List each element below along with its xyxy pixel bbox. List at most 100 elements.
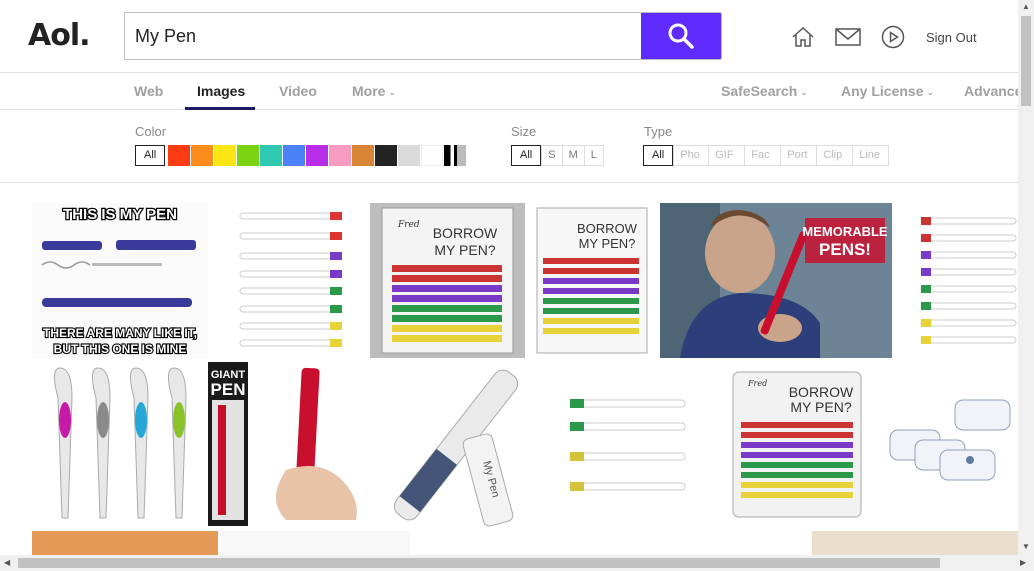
type-portrait-button[interactable]: Port bbox=[781, 145, 818, 166]
meme-top-text: THIS IS MY PEN bbox=[63, 206, 177, 223]
mail-icon[interactable] bbox=[835, 24, 861, 50]
memorable-text: MEMORABLE bbox=[802, 224, 888, 239]
pen-text: PEN bbox=[211, 380, 246, 399]
meme-bottom-text-1: THERE ARE MANY LIKE IT, bbox=[43, 326, 197, 340]
vertical-scroll-thumb[interactable] bbox=[1021, 16, 1031, 106]
image-result[interactable] bbox=[545, 360, 711, 528]
advanced-link[interactable]: Advance bbox=[964, 83, 1022, 99]
color-swatch[interactable] bbox=[398, 145, 421, 166]
safesearch-dropdown[interactable]: SafeSearch ⌄ bbox=[721, 83, 808, 99]
play-icon[interactable] bbox=[880, 24, 906, 50]
pen-set-image bbox=[920, 217, 1017, 344]
chevron-down-icon: ⌄ bbox=[800, 87, 808, 97]
color-swatch[interactable] bbox=[352, 145, 375, 166]
borrow-text: BORROW bbox=[433, 225, 498, 241]
image-result[interactable] bbox=[210, 203, 368, 358]
image-result[interactable]: THIS IS MY PEN THERE ARE MANY LIKE IT, B… bbox=[32, 203, 208, 358]
tab-more[interactable]: More ⌄ bbox=[352, 83, 396, 99]
color-swatch-black-white[interactable] bbox=[444, 145, 467, 166]
my-pen-engraved-image: My Pen bbox=[393, 369, 519, 527]
type-lineart-button[interactable]: Line bbox=[853, 145, 890, 166]
type-all-button[interactable]: All bbox=[643, 145, 674, 166]
borrow-my-pen-package-image: BORROW MY PEN? bbox=[536, 207, 648, 354]
color-swatch[interactable] bbox=[329, 145, 352, 166]
color-all-button[interactable]: All bbox=[135, 145, 166, 166]
type-gif-button[interactable]: GIF bbox=[709, 145, 746, 166]
sign-out-link[interactable]: Sign Out bbox=[926, 30, 977, 45]
borrow-my-pen-package-image: Fred BORROW MY PEN? bbox=[381, 207, 514, 354]
header: Aol. Sign Out bbox=[0, 0, 1018, 73]
color-swatch[interactable] bbox=[214, 145, 237, 166]
color-swatch[interactable] bbox=[283, 145, 306, 166]
borrow-my-pen-package-image: Fred BORROW MY PEN? bbox=[732, 371, 862, 518]
color-swatch[interactable] bbox=[237, 145, 260, 166]
size-large-button[interactable]: L bbox=[584, 145, 604, 166]
image-result[interactable]: My Pen bbox=[373, 360, 543, 528]
image-result[interactable]: MEMORABLE PENS! bbox=[660, 203, 892, 358]
pencil-cases-image bbox=[889, 399, 1011, 481]
type-photo-button[interactable]: Pho bbox=[673, 145, 710, 166]
giant-pen-image: GIANT PEN bbox=[208, 362, 357, 526]
image-result[interactable]: GIANT PEN bbox=[206, 360, 371, 528]
tab-more-label: More bbox=[352, 83, 386, 99]
pen-set-image bbox=[239, 212, 342, 347]
color-swatch[interactable] bbox=[306, 145, 329, 166]
image-result[interactable]: Fred BORROW MY PEN? bbox=[370, 203, 525, 358]
image-result[interactable] bbox=[32, 360, 204, 528]
horizontal-scroll-thumb[interactable] bbox=[18, 558, 940, 568]
color-swatch[interactable] bbox=[375, 145, 398, 166]
image-result[interactable]: BORROW MY PEN? bbox=[527, 203, 657, 358]
scroll-left-icon[interactable]: ◀ bbox=[4, 558, 10, 567]
color-swatch[interactable] bbox=[191, 145, 214, 166]
tab-video[interactable]: Video bbox=[279, 83, 317, 99]
colorful-pens-image bbox=[54, 367, 187, 519]
my-pen-text: MY PEN? bbox=[579, 236, 636, 251]
image-result[interactable] bbox=[220, 531, 410, 555]
pens-text: PENS! bbox=[819, 240, 871, 259]
size-all-button[interactable]: All bbox=[511, 145, 542, 166]
safesearch-label: SafeSearch bbox=[721, 83, 798, 99]
size-medium-button[interactable]: M bbox=[562, 145, 585, 166]
search-box bbox=[124, 12, 722, 60]
license-label: Any License bbox=[841, 83, 924, 99]
type-face-button[interactable]: Fac bbox=[745, 145, 782, 166]
color-swatch[interactable] bbox=[421, 145, 444, 166]
scroll-up-icon[interactable]: ▲ bbox=[1022, 2, 1030, 11]
scroll-right-icon[interactable]: ▶ bbox=[1020, 558, 1026, 567]
image-result[interactable] bbox=[906, 203, 1018, 358]
image-result[interactable] bbox=[812, 531, 1018, 555]
image-result[interactable] bbox=[32, 531, 218, 555]
chevron-down-icon: ⌄ bbox=[926, 87, 935, 97]
scroll-down-icon[interactable]: ▼ bbox=[1022, 542, 1030, 551]
image-result[interactable]: Fred BORROW MY PEN? bbox=[713, 360, 883, 528]
aol-logo[interactable]: Aol. bbox=[28, 18, 91, 53]
meme-pen-image: THIS IS MY PEN THERE ARE MANY LIKE IT, B… bbox=[32, 203, 208, 358]
horizontal-scrollbar[interactable]: ◀ ▶ bbox=[0, 555, 1034, 571]
meme-bottom-text-2: BUT THIS ONE IS MINE bbox=[54, 342, 187, 356]
home-icon[interactable] bbox=[790, 24, 816, 50]
fred-brand: Fred bbox=[397, 220, 420, 230]
my-pen-text: MY PEN? bbox=[790, 399, 851, 415]
type-filter-label: Type bbox=[644, 124, 673, 139]
size-filter: All S M L bbox=[511, 145, 604, 166]
color-swatch[interactable] bbox=[260, 145, 283, 166]
tab-images[interactable]: Images bbox=[197, 83, 245, 99]
pen-set-image bbox=[569, 399, 686, 491]
color-swatch[interactable] bbox=[168, 145, 191, 166]
color-filter: All bbox=[135, 145, 467, 166]
search-input[interactable] bbox=[125, 13, 641, 59]
type-filter: All Pho GIF Fac Port Clip Line bbox=[643, 145, 890, 166]
search-button[interactable] bbox=[641, 13, 721, 59]
image-result[interactable] bbox=[760, 531, 810, 555]
fred-brand: Fred bbox=[747, 379, 767, 388]
size-small-button[interactable]: S bbox=[541, 145, 563, 166]
chevron-down-icon: ⌄ bbox=[388, 87, 396, 97]
size-filter-label: Size bbox=[511, 124, 537, 139]
image-result[interactable] bbox=[885, 360, 1018, 528]
license-dropdown[interactable]: Any License ⌄ bbox=[841, 83, 934, 99]
my-pen-text: MY PEN? bbox=[434, 242, 495, 258]
borrow-text: BORROW bbox=[789, 384, 854, 400]
tab-web[interactable]: Web bbox=[134, 83, 163, 99]
vertical-scrollbar[interactable]: ▲ ▼ bbox=[1018, 0, 1034, 555]
type-clipart-button[interactable]: Clip bbox=[817, 145, 854, 166]
